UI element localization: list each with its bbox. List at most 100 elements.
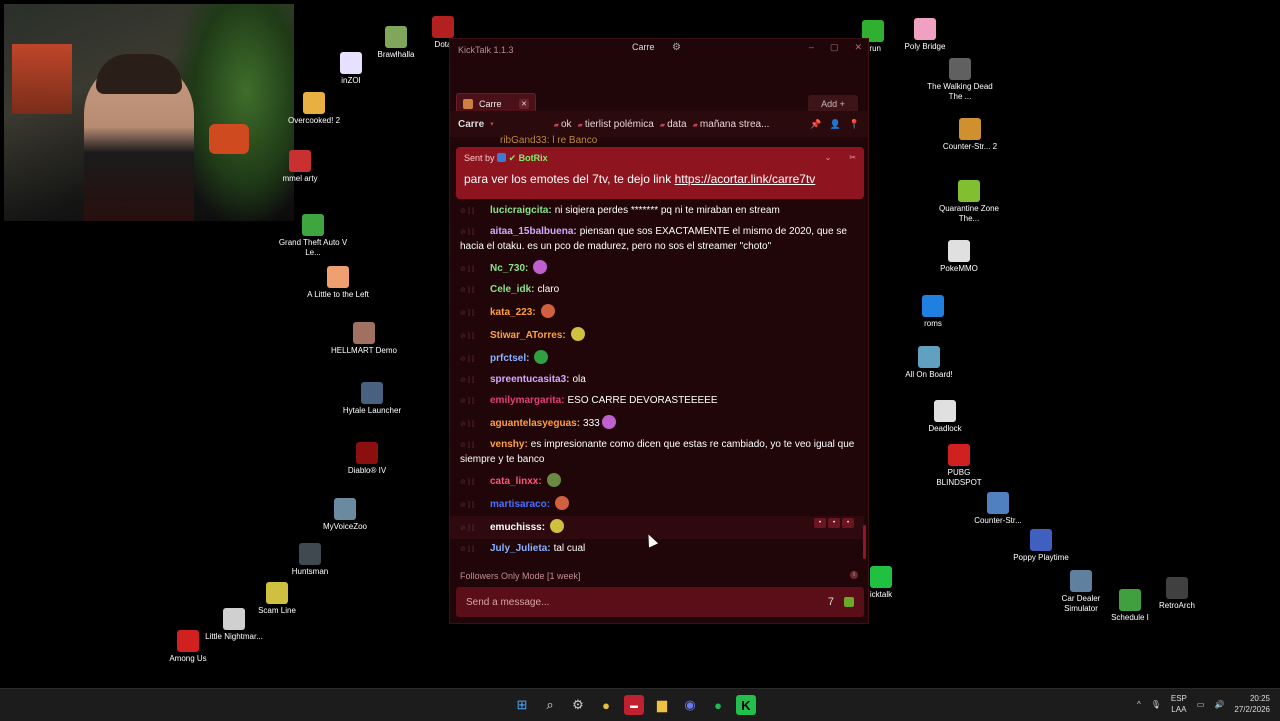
- mod-actions-icon[interactable]: ⊘ ⫿ ⫿: [460, 205, 490, 219]
- desktop-icon[interactable]: MyVoiceZoo: [310, 498, 380, 532]
- chat-scrollbar[interactable]: [863, 525, 866, 559]
- discord-icon[interactable]: ◉: [680, 695, 700, 715]
- chat-message[interactable]: ⊘ ⫿ ⫿ aguantelasyeguas: 333: [450, 412, 864, 435]
- chat-username[interactable]: prfctsel:: [490, 353, 529, 364]
- desktop-icon[interactable]: Deadlock: [910, 400, 980, 434]
- desktop-icon[interactable]: Counter-Str...: [963, 492, 1033, 526]
- mod-actions-icon[interactable]: ⊘ ⫿ ⫿: [460, 439, 490, 453]
- desktop-icon[interactable]: The Walking Dead The ...: [925, 58, 995, 102]
- chat-username[interactable]: aitaa_15balbuena:: [490, 226, 577, 237]
- desktop-icon[interactable]: inZOI: [316, 52, 386, 86]
- pin-tag[interactable]: mañana strea...: [693, 119, 769, 130]
- titlebar-channel[interactable]: Carre: [632, 42, 655, 52]
- info-icon[interactable]: i: [850, 571, 858, 579]
- chat-message[interactable]: ⊘ ⫿ ⫿ emilymargarita: ESO CARRE DEVORASTEE…: [450, 391, 864, 412]
- desktop-icon[interactable]: Quarantine Zone The...: [934, 180, 1004, 224]
- spotify-icon[interactable]: ●: [708, 695, 728, 715]
- chat-message[interactable]: ⊘ ⫿ ⫿ prfctsel:: [450, 347, 864, 370]
- chevron-down-icon[interactable]: ▾: [490, 120, 494, 128]
- mod-actions-icon[interactable]: ⊘ ⫿ ⫿: [460, 395, 490, 409]
- app-icon[interactable]: ▬: [624, 695, 644, 715]
- mod-actions-icon[interactable]: ⊘ ⫿ ⫿: [460, 307, 490, 321]
- mod-actions-icon[interactable]: ⊘ ⫿ ⫿: [460, 330, 490, 344]
- chat-message[interactable]: ⊘ ⫿ ⫿ lucicraigcita: ni siqiera perdes ***…: [450, 201, 864, 222]
- pin-tag[interactable]: data: [660, 119, 686, 130]
- mod-actions-icon[interactable]: ⊘ ⫿ ⫿: [460, 374, 490, 388]
- chat-username[interactable]: spreentucasita3:: [490, 374, 569, 385]
- chat-username[interactable]: Nc_730:: [490, 263, 528, 274]
- desktop-icon[interactable]: Poppy Playtime: [1006, 529, 1076, 563]
- chat-message[interactable]: ⊘ ⫿ ⫿ Cele_idk: claro: [450, 280, 864, 301]
- file-explorer-icon[interactable]: ▆: [652, 695, 672, 715]
- chevron-up-icon[interactable]: ^: [1137, 700, 1141, 709]
- chat-message[interactable]: ⊘ ⫿ ⫿ Nc_730:: [450, 257, 864, 280]
- chat-username[interactable]: cata_linxx:: [490, 476, 542, 487]
- desktop-icon[interactable]: Counter-Str... 2: [935, 118, 1005, 152]
- desktop-icon[interactable]: All On Board!: [894, 346, 964, 380]
- desktop-icon[interactable]: Diablo® IV: [332, 442, 402, 476]
- microphone-icon[interactable]: 🎙: [1151, 700, 1161, 709]
- gear-icon[interactable]: ⚙: [672, 42, 681, 53]
- language-indicator[interactable]: ESP LAA: [1171, 693, 1187, 715]
- desktop-icon[interactable]: A Little to the Left: [303, 266, 373, 300]
- search-icon[interactable]: ⌕: [540, 695, 560, 715]
- pinned-link[interactable]: https://acortar.link/carre7tv: [675, 172, 816, 186]
- desktop-icon[interactable]: Overcooked! 2: [279, 92, 349, 126]
- minimize-icon[interactable]: –: [809, 42, 814, 53]
- chat-username[interactable]: emilymargarita:: [490, 395, 564, 406]
- desktop-icon[interactable]: HELLMART Demo: [329, 322, 399, 356]
- chat-username[interactable]: July_Julieta:: [490, 543, 551, 554]
- pin-tag[interactable]: ok: [554, 119, 572, 130]
- pin-tag[interactable]: tierlist polémica: [578, 119, 654, 130]
- chat-message[interactable]: ⊘ ⫿ ⫿ kata_223:: [450, 301, 864, 324]
- desktop-icon[interactable]: Among Us: [153, 630, 223, 664]
- chat-message[interactable]: ⊘ ⫿ ⫿ Stiwar_ATorres:: [450, 324, 864, 347]
- mod-actions-icon[interactable]: ⊘ ⫿ ⫿: [460, 353, 490, 367]
- kick-emote-icon[interactable]: [844, 597, 854, 607]
- close-icon[interactable]: ✕: [854, 42, 862, 53]
- close-tab-icon[interactable]: ✕: [519, 99, 529, 109]
- volume-icon[interactable]: 🔊: [1214, 700, 1224, 709]
- user-icon[interactable]: 👤: [830, 119, 841, 130]
- chat-username[interactable]: Stiwar_ATorres:: [490, 330, 566, 341]
- desktop-icon[interactable]: RetroArch: [1142, 577, 1212, 611]
- chat-message[interactable]: ⊘ ⫿ ⫿ venshy: es impresionante como dicen …: [450, 435, 864, 470]
- mod-actions-icon[interactable]: ⊘ ⫿ ⫿: [460, 418, 490, 432]
- chat-username[interactable]: martisaraco:: [490, 499, 550, 510]
- chat-message[interactable]: ⊘ ⫿ ⫿ aitaa_15balbuena: piensan que sos EX…: [450, 222, 864, 257]
- delete-icon[interactable]: •: [842, 518, 854, 528]
- reply-icon[interactable]: •: [828, 518, 840, 528]
- chrome-icon[interactable]: ●: [596, 695, 616, 715]
- chat-message[interactable]: ⊘ ⫿ ⫿ martisaraco:: [450, 493, 864, 516]
- pinned-icon[interactable]: 📍: [849, 119, 860, 130]
- mod-actions-icon[interactable]: ⊘ ⫿ ⫿: [460, 522, 490, 536]
- chat-username[interactable]: venshy:: [490, 439, 528, 450]
- message-input[interactable]: Send a message... 7: [456, 587, 864, 617]
- mod-actions-icon[interactable]: ⊘ ⫿ ⫿: [460, 263, 490, 277]
- window-titlebar[interactable]: KickTalk 1.1.3 Carre ⚙ – ▢ ✕: [450, 39, 868, 61]
- pin-message-icon[interactable]: •: [814, 518, 826, 528]
- network-icon[interactable]: ▭: [1197, 700, 1205, 709]
- pin-icon[interactable]: 📌: [810, 119, 821, 130]
- chat-username[interactable]: Cele_idk:: [490, 284, 534, 295]
- 7tv-emote-icon[interactable]: 7: [828, 596, 834, 608]
- chat-username[interactable]: aguantelasyeguas:: [490, 418, 580, 429]
- mod-actions-icon[interactable]: ⊘ ⫿ ⫿: [460, 543, 490, 557]
- desktop-icon[interactable]: Hytale Launcher: [337, 382, 407, 416]
- kicktalk-taskbar-icon[interactable]: K: [736, 695, 756, 715]
- chat-username[interactable]: kata_223:: [490, 307, 536, 318]
- chat-message[interactable]: ⊘ ⫿ ⫿ cata_linxx:: [450, 470, 864, 493]
- desktop-icon[interactable]: roms: [898, 295, 968, 329]
- steam-icon[interactable]: ⚙: [568, 695, 588, 715]
- pinbar-channel[interactable]: Carre: [458, 119, 484, 130]
- chat-username[interactable]: lucicraigcita:: [490, 205, 552, 216]
- mod-actions-icon[interactable]: ⊘ ⫿ ⫿: [460, 499, 490, 513]
- collapse-icon[interactable]: ⌄: [825, 153, 832, 162]
- mod-actions-icon[interactable]: ⊘ ⫿ ⫿: [460, 284, 490, 298]
- maximize-icon[interactable]: ▢: [830, 42, 839, 53]
- chat-message[interactable]: ⊘ ⫿ ⫿ emuchisss: • • •: [450, 516, 864, 539]
- desktop-icon[interactable]: Huntsman: [275, 543, 345, 577]
- desktop-icon[interactable]: mmel arty: [265, 150, 335, 184]
- desktop-icon[interactable]: PUBG BLINDSPOT: [924, 444, 994, 488]
- desktop-icon[interactable]: PokeMMO: [924, 240, 994, 274]
